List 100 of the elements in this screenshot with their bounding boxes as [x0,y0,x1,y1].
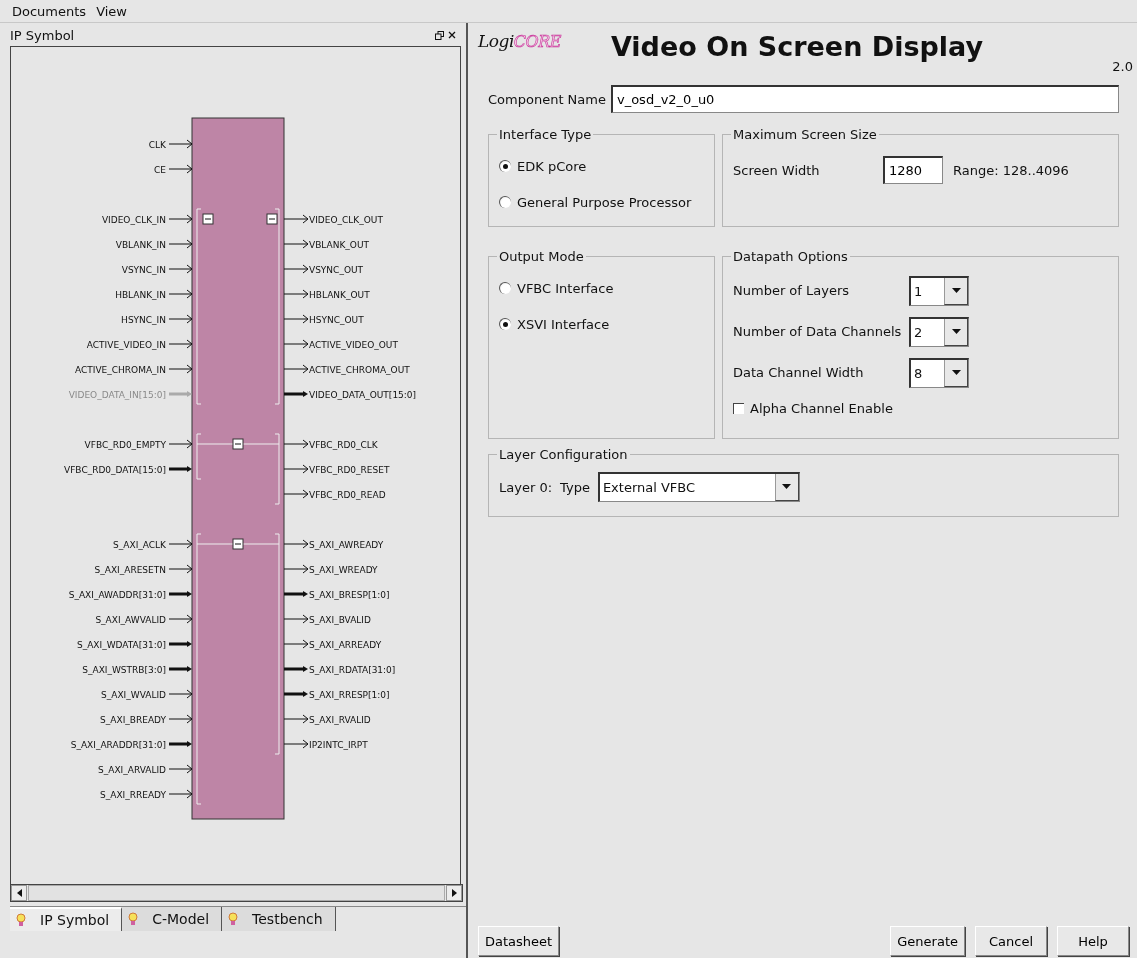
group-title: Interface Type [498,127,593,142]
dialog-button[interactable]: Help [1057,926,1129,956]
pin-label: S_AXI_ARREADY [309,639,382,650]
pin-arrow [168,364,193,374]
pin-label: HBLANK_OUT [309,289,370,300]
caret-icon [951,369,961,376]
pin-arrow [168,339,193,349]
logo: LogiCORE [478,31,561,51]
horizontal-scrollbar[interactable] [10,884,463,902]
bus-arrow [169,591,192,597]
field-label: Data Channel Width [733,365,865,380]
pin-label: VIDEO_DATA_OUT[15:0] [309,389,417,400]
bus-arrow [284,666,308,672]
dialog-button[interactable]: Cancel [975,926,1047,956]
checkbox[interactable] [733,403,744,414]
pin-label: S_AXI_AWREADY [309,539,384,550]
panel-title: IP Symbol [10,27,75,43]
radio-button[interactable] [499,282,511,294]
caret-icon [951,287,961,294]
pin-label: VFBC_RD0_EMPTY [84,439,166,450]
pin-arrow [168,689,193,699]
pin-label: IP2INTC_IRPT [309,739,368,750]
radio-button[interactable] [499,196,511,208]
pin-arrow [283,289,309,299]
pin-arrow [168,239,193,249]
pin-arrow [283,364,309,374]
tab[interactable]: IP Symbol [10,907,123,931]
pin-label: VFBC_RD0_DATA[15:0] [64,464,166,475]
float-icon[interactable] [435,30,444,40]
pin-arrow [283,439,309,449]
lightbulb-icon [128,912,139,926]
pin-label: S_AXI_WSTRB[3:0] [82,664,166,675]
close-icon[interactable] [448,31,456,39]
collapse-toggle[interactable] [232,438,244,450]
dropdown[interactable]: 2 [909,316,969,347]
scroll-right-icon[interactable] [451,889,457,897]
pin-label: S_AXI_BRESP[1:0] [309,589,390,600]
datasheet-button[interactable]: Datasheet [478,926,560,956]
radio-button[interactable] [499,160,511,172]
pin-label: VIDEO_CLK_IN [101,214,166,225]
pin-arrow [168,164,193,174]
dropdown[interactable]: 1 [909,275,969,306]
tab[interactable]: Testbench [222,907,336,931]
field-label: Number of Data Channels [733,324,903,339]
pin-label: ACTIVE_CHROMA_OUT [309,364,410,375]
pin-label: ACTIVE_CHROMA_IN [75,364,166,375]
pin-label: VFBC_RD0_READ [309,489,386,500]
pin-arrow [168,439,193,449]
tab[interactable]: C-Model [122,907,223,931]
collapse-toggle[interactable] [266,213,278,225]
caret-icon [782,484,792,490]
pin-arrow [283,314,309,324]
pin-arrow [283,714,309,724]
menu-item[interactable]: Documents [12,3,87,19]
group-title: Datapath Options [732,249,849,264]
collapse-toggle[interactable] [232,538,244,550]
pin-arrow [283,239,309,249]
radio-label: VFBC Interface [517,280,614,296]
lightbulb-icon [16,913,26,927]
bus-arrow [284,691,308,697]
pin-label: VIDEO_DATA_IN[15:0] [68,389,166,400]
pin-label: ACTIVE_VIDEO_OUT [309,339,398,350]
pin-label: CLK [148,139,166,150]
pin-label: VBLANK_IN [115,239,166,250]
pin-arrow [168,614,193,624]
pin-label: S_AXI_ARVALID [98,764,166,775]
radio-button[interactable] [499,318,511,330]
dropdown[interactable]: External VFBC [597,472,800,502]
pin-label: VBLANK_OUT [309,239,369,250]
pin-arrow [168,264,193,274]
field-label: Screen Width [733,162,821,178]
pin-arrow [283,614,309,624]
component-name-field[interactable]: v_osd_v2_0_u0 [610,85,1119,113]
pin-arrow [168,539,193,549]
range-label: Range: 128..4096 [953,162,1069,178]
version-label: 2.0 [1112,59,1133,74]
dropdown[interactable]: 8 [909,357,969,388]
checkbox-label: Alpha Channel Enable [750,401,893,416]
pin-label: S_AXI_ACLK [113,539,166,550]
pin-arrow [168,289,193,299]
radio-label: EDK pCore [517,158,587,174]
pin-arrow [283,214,309,224]
collapse-toggle[interactable] [202,213,214,225]
pin-label: HBLANK_IN [115,289,166,300]
pin-label: VFBC_RD0_CLK [309,439,378,450]
pin-arrow [168,214,193,224]
field-label: Layer 0: [499,479,553,495]
pin-label: VSYNC_OUT [309,264,364,275]
bus-arrow [169,641,192,647]
group-title: Layer Configuration [498,447,629,462]
bus-arrow [169,466,192,472]
radio-label: General Purpose Processor [517,194,692,210]
dialog-button[interactable]: Generate [890,926,965,956]
pin-arrow [168,714,193,724]
menu-item[interactable]: View [96,3,127,19]
scroll-left-icon[interactable] [16,889,22,897]
pin-label: S_AXI_BREADY [100,714,166,725]
screen-width-field[interactable]: 1280 [883,156,943,184]
pin-label: S_AXI_RRESP[1:0] [309,689,390,700]
pin-label: S_AXI_WREADY [309,564,378,575]
